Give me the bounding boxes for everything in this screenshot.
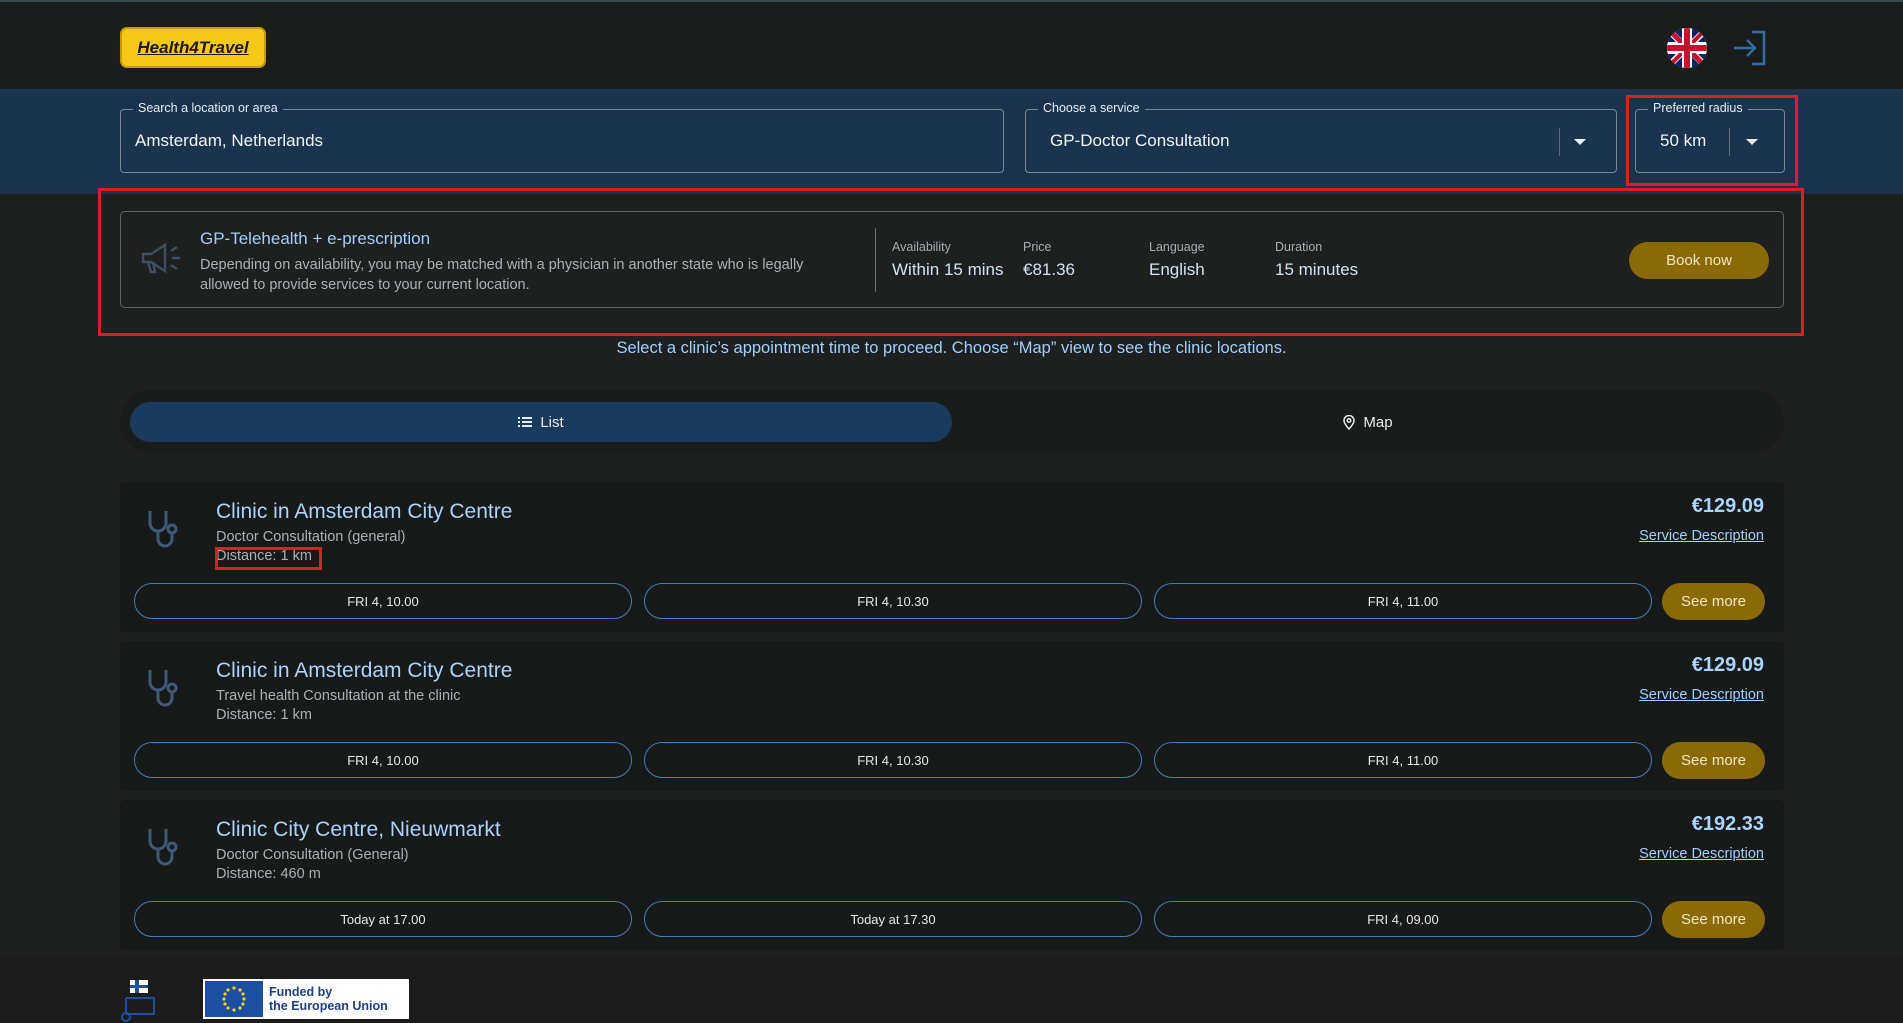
stethoscope-icon <box>148 670 178 707</box>
time-slot-button[interactable]: FRI 4, 11.00 <box>1154 742 1652 778</box>
megaphone-icon <box>141 242 180 274</box>
list-icon <box>518 417 533 427</box>
time-slot-button[interactable]: FRI 4, 11.00 <box>1154 583 1652 619</box>
top-navbar: Health4Travel <box>0 0 1903 89</box>
see-more-button[interactable]: See more <box>1662 901 1765 938</box>
see-more-button[interactable]: See more <box>1662 742 1765 779</box>
language-stat: Language English <box>1149 240 1205 280</box>
service-description-link[interactable]: Service Description <box>1639 528 1764 544</box>
clinic-price: €129.09 <box>1691 495 1764 517</box>
clinic-service: Doctor Consultation (General) <box>216 847 409 863</box>
time-slot-button[interactable]: FRI 4, 10.00 <box>134 742 632 778</box>
duration-label: Duration <box>1275 240 1323 254</box>
time-slot-button[interactable]: Today at 17.00 <box>134 901 632 937</box>
sign-in-icon[interactable] <box>1730 28 1770 68</box>
time-slot-button[interactable]: FRI 4, 10.30 <box>644 742 1142 778</box>
radius-highlight-box <box>1626 95 1798 186</box>
service-select[interactable]: Choose a service GP-Doctor Consultation <box>1025 101 1617 173</box>
map-label: Map <box>1363 413 1393 431</box>
uk-flag-icon[interactable] <box>1666 27 1708 69</box>
finland-partner-logo <box>121 980 155 1022</box>
chevron-down-icon[interactable] <box>1574 139 1586 145</box>
duration-value: 15 minutes <box>1275 260 1359 279</box>
stethoscope-icon <box>148 829 178 866</box>
price-label: Price <box>1023 240 1052 254</box>
distance-highlight-box <box>215 547 322 570</box>
time-slot-button[interactable]: FRI 4, 09.00 <box>1154 901 1652 937</box>
time-slot-button[interactable]: FRI 4, 10.30 <box>644 583 1142 619</box>
telehealth-description: Depending on availability, you may be ma… <box>200 257 804 293</box>
service-value: GP-Doctor Consultation <box>1050 131 1230 150</box>
eu-flag-icon <box>205 981 263 1017</box>
eu-funding-text: Funded by the European Union <box>269 985 388 1013</box>
see-more-button[interactable]: See more <box>1662 583 1765 620</box>
location-input[interactable]: Amsterdam, Netherlands <box>135 131 323 151</box>
availability-value: Within 15 mins <box>892 260 1004 279</box>
service-description-link[interactable]: Service Description <box>1639 846 1764 862</box>
price-stat: Price €81.36 <box>1023 240 1075 280</box>
view-toggle: List Map <box>120 390 1784 453</box>
clinic-service: Doctor Consultation (general) <box>216 529 406 545</box>
clinic-card: Clinic in Amsterdam City Centre Travel h… <box>120 641 1784 791</box>
eu-funding-badge: Funded by the European Union <box>203 979 409 1019</box>
clinic-card: Clinic in Amsterdam City Centre Doctor C… <box>120 482 1784 632</box>
location-search-field[interactable]: Search a location or area Amsterdam, Net… <box>120 101 1004 173</box>
duration-stat: Duration 15 minutes <box>1275 240 1358 280</box>
clinic-name[interactable]: Clinic in Amsterdam City Centre <box>216 659 512 683</box>
divider <box>875 228 876 292</box>
clinic-price: €129.09 <box>1691 654 1764 676</box>
select-divider <box>1559 128 1560 156</box>
service-description-link[interactable]: Service Description <box>1639 687 1764 703</box>
eu-text-line2: the European Union <box>269 999 388 1013</box>
location-label: Search a location or area <box>133 101 283 115</box>
eu-text-line1: Funded by <box>269 985 333 999</box>
search-bar: Search a location or area Amsterdam, Net… <box>0 89 1903 194</box>
language-label: Language <box>1149 240 1205 254</box>
list-label: List <box>540 413 564 431</box>
clinic-card: Clinic City Centre, Nieuwmarkt Doctor Co… <box>120 800 1784 950</box>
health4travel-logo[interactable]: Health4Travel <box>120 27 266 68</box>
clinic-name[interactable]: Clinic in Amsterdam City Centre <box>216 500 512 524</box>
map-pin-icon <box>1343 414 1356 430</box>
clinic-service: Travel health Consultation at the clinic <box>216 688 461 704</box>
availability-label: Availability <box>892 240 951 254</box>
clinic-distance: Distance: 460 m <box>216 866 321 882</box>
stethoscope-icon <box>148 511 178 548</box>
availability-stat: Availability Within 15 mins <box>892 240 1003 280</box>
price-value: €81.36 <box>1023 260 1075 279</box>
map-view-tab[interactable]: Map <box>962 402 1774 442</box>
language-value: English <box>1149 260 1205 279</box>
time-slot-button[interactable]: Today at 17.30 <box>644 901 1142 937</box>
service-label: Choose a service <box>1038 101 1145 115</box>
telehealth-card: GP-Telehealth + e-prescription Depending… <box>120 211 1784 308</box>
telehealth-title: GP-Telehealth + e-prescription <box>200 229 431 248</box>
clinic-name[interactable]: Clinic City Centre, Nieuwmarkt <box>216 818 501 842</box>
list-view-tab[interactable]: List <box>130 402 952 442</box>
book-now-button[interactable]: Book now <box>1629 242 1769 279</box>
clinic-price: €192.33 <box>1691 813 1764 835</box>
instruction-text: Select a clinic’s appointment time to pr… <box>616 339 1287 357</box>
clinic-distance: Distance: 1 km <box>216 707 312 723</box>
time-slot-button[interactable]: FRI 4, 10.00 <box>134 583 632 619</box>
